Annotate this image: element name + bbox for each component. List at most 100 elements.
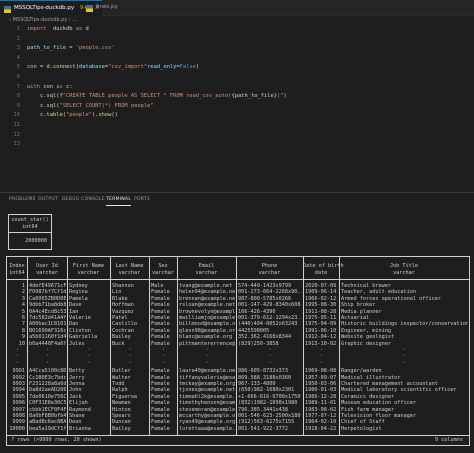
column-header: Index int64 — [7, 263, 27, 276]
column-header: Email varchar — [177, 263, 236, 276]
column-divider — [303, 257, 304, 435]
code-token: False — [179, 64, 196, 71]
code-line[interactable]: c.sql(f"CREATE TABLE people AS SELECT * … — [27, 93, 287, 99]
table-footer-columns: 9 columns — [434, 437, 463, 443]
breadcrumb[interactable]: › MSSQLTips-duckdb.py › ... — [0, 16, 474, 25]
code-token: duckdb — [46, 26, 76, 32]
code-token: path_to_file — [27, 45, 66, 52]
count-column-type: int64 — [22, 224, 38, 230]
line-number: 4 — [16, 54, 20, 61]
tab-ports[interactable]: PORTS — [134, 193, 150, 207]
code-token: c. — [27, 112, 47, 119]
code-token: database — [78, 64, 105, 71]
column-type: varchar — [118, 269, 141, 276]
tab-fines[interactable]: fines.py — [82, 0, 144, 15]
row-divider — [7, 435, 469, 436]
line-number: 8 — [16, 93, 20, 100]
code-token: con — [39, 83, 57, 90]
table-cell: Herpetologist — [341, 425, 382, 432]
tab-label: MSSQLTips-duckdb.py — [14, 5, 75, 11]
column-divider — [149, 257, 150, 435]
terminal-output[interactable]: count_star() int64 2000000 ? rows (>9999… — [0, 207, 474, 453]
code-token: show — [98, 112, 112, 119]
code-token: d — [82, 26, 89, 32]
ellipsis-cell: · — [162, 359, 166, 366]
column-name: Date of birth — [303, 263, 344, 269]
line-number: 3 — [16, 45, 20, 52]
code-token: sql — [46, 102, 57, 109]
code-token: c: — [62, 83, 73, 90]
code-token: import — [27, 26, 47, 32]
ellipsis-cell: · — [128, 359, 132, 366]
column-divider — [177, 257, 178, 435]
code-line[interactable]: c.table("people").show() — [27, 112, 118, 118]
count-value: 2000000 — [25, 238, 47, 244]
table-cell: Bailey — [112, 425, 131, 432]
code-token: "SELECT COUNT(*) FROM people" — [59, 102, 154, 109]
code-editor[interactable]: 1 2 3 4 5 6 7 8 9 10 11 12 13 import duckdb as d path_… — [0, 26, 474, 190]
column-type: varchar — [152, 269, 174, 276]
line-number: 6 — [16, 74, 20, 80]
column-type: varchar — [36, 269, 58, 276]
ellipsis-cell: · — [268, 359, 272, 366]
tab-output[interactable]: OUTPUT — [38, 193, 58, 207]
people-table: ? rows (>9999 rows, 20 shown) 9 columns … — [6, 256, 470, 446]
code-token: "CREATE TABLE people AS SELECT * FROM re… — [62, 93, 232, 100]
column-type: varchar — [393, 269, 415, 276]
column-type: date — [314, 269, 328, 276]
count-column-header: count_star() int64 — [9, 217, 51, 231]
python-file-icon — [86, 4, 93, 12]
line-number: 9 — [16, 102, 20, 109]
line-number: 12 — [13, 131, 21, 138]
ellipsis-cell: · — [403, 359, 407, 366]
column-type: varchar — [258, 269, 281, 276]
code-line[interactable]: import duckdb as d — [27, 26, 89, 32]
code-token: = d. — [36, 64, 53, 71]
line-number: 13 — [13, 141, 21, 148]
code-line[interactable]: path_to_file = 'people.csv' — [27, 45, 115, 51]
column-type: varchar — [77, 269, 100, 276]
ellipsis-cell: · — [205, 359, 209, 366]
ellipsis-cell: · — [46, 359, 50, 366]
column-divider — [27, 257, 28, 435]
column-header: User Id varchar — [27, 263, 67, 276]
count-column-name: count_star() — [11, 217, 49, 223]
code-line[interactable]: c.sql("SELECT COUNT(*) FROM people" — [27, 103, 154, 109]
code-token: sql — [46, 93, 57, 100]
column-name: First Name — [72, 263, 105, 269]
column-type: varchar — [195, 269, 218, 276]
code-token: read_only — [147, 64, 177, 71]
column-divider — [339, 257, 340, 435]
table-cell: lorettaaa@example.org — [179, 425, 235, 432]
table-cell: Brianna — [69, 425, 91, 432]
column-name: Index — [9, 263, 25, 269]
row-divider — [7, 279, 469, 280]
column-header: Last Name varchar — [110, 263, 149, 276]
table-cell: Female — [151, 425, 170, 432]
python-file-icon — [4, 5, 11, 13]
code-token: ) — [283, 93, 287, 100]
tab-problems[interactable]: PROBLEMS — [9, 193, 36, 207]
line-number: 10 — [13, 112, 21, 119]
divider — [9, 232, 51, 233]
code-token: connect — [52, 64, 76, 71]
code-token: ) — [195, 64, 200, 71]
code-token: = — [65, 45, 76, 52]
table-cell: 1918-04-22 — [305, 425, 337, 432]
table-cell: 10000 — [9, 425, 25, 432]
column-divider — [67, 257, 68, 435]
code-token: () — [111, 112, 118, 119]
tab-debug-console[interactable]: DEBUG CONSOLE — [62, 193, 105, 207]
line-number: 5 — [16, 64, 20, 71]
column-header: Job Title varchar — [339, 263, 469, 276]
table-footer-rows: ? rows (>9999 rows, 20 shown) — [11, 437, 102, 443]
line-number: 2 — [16, 35, 20, 42]
ellipsis-cell: · — [87, 359, 91, 366]
code-line[interactable]: with con as c: — [27, 84, 72, 90]
tab-terminal[interactable]: TERMINAL — [106, 193, 131, 206]
code-token: table — [46, 112, 63, 119]
code-token: 'people.csv' — [75, 45, 115, 52]
count-result-box: count_star() int64 2000000 — [8, 214, 52, 250]
code-line[interactable]: con = d.connect(database="csv_import"rea… — [27, 64, 199, 70]
column-header: Phone varchar — [236, 263, 303, 276]
